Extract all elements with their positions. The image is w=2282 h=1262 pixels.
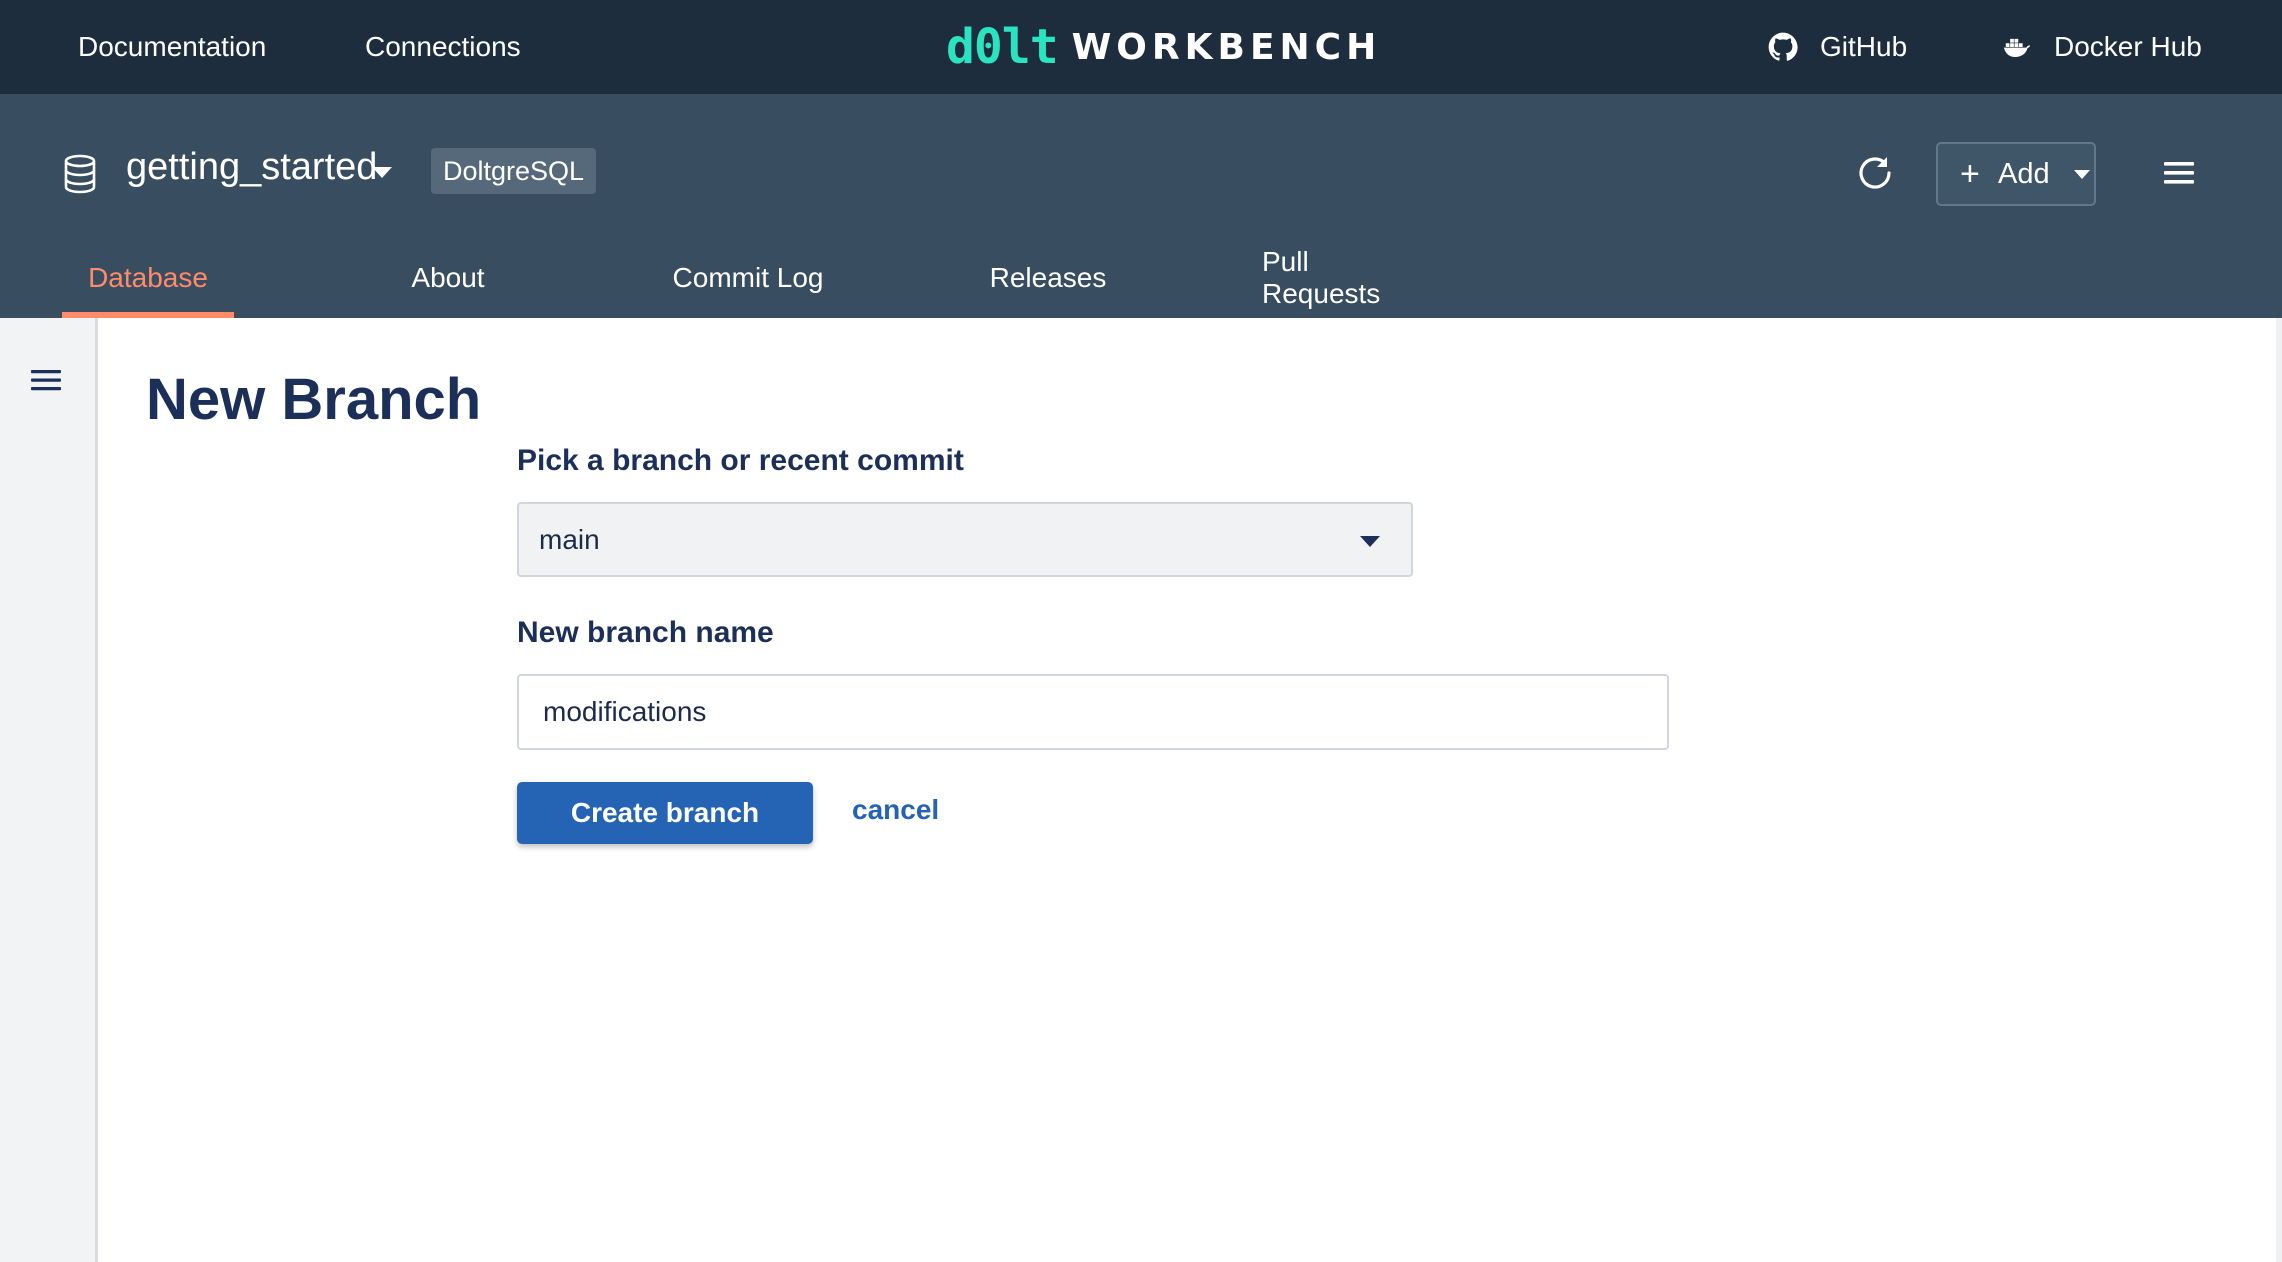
database-name[interactable]: getting_started (126, 146, 377, 189)
add-button[interactable]: + Add (1936, 142, 2096, 206)
add-button-label: Add (1998, 157, 2050, 190)
documentation-link[interactable]: Documentation (78, 0, 266, 94)
github-icon (1768, 32, 1798, 62)
docker-icon (2002, 32, 2032, 62)
refresh-icon[interactable] (1856, 154, 1894, 192)
side-navigation-rail (0, 318, 98, 1262)
sidebar-toggle-icon[interactable] (31, 368, 61, 392)
tab-pull-requests[interactable]: Pull Requests (1262, 238, 1434, 318)
top-navigation: Documentation Connections d0lt WORKBENCH… (0, 0, 2282, 94)
logo-dolt-text: d0lt (946, 19, 1059, 75)
docker-hub-label: Docker Hub (2054, 31, 2202, 62)
chevron-down-icon (2073, 170, 2090, 179)
scrollbar-track[interactable] (2276, 318, 2282, 1262)
hamburger-menu-icon[interactable] (2164, 160, 2194, 186)
pick-branch-label: Pick a branch or recent commit (517, 444, 964, 477)
dolt-workbench-logo[interactable]: d0lt WORKBENCH (946, 18, 1381, 76)
branch-select[interactable]: main (517, 502, 1413, 577)
github-label: GitHub (1820, 31, 1908, 62)
database-tabs: Database About Commit Log Releases Pull … (0, 238, 2282, 318)
chevron-down-icon (1360, 536, 1380, 547)
tab-commit-log[interactable]: Commit Log (666, 238, 830, 318)
new-branch-name-label: New branch name (517, 616, 774, 649)
github-link[interactable]: GitHub (1768, 0, 1907, 94)
database-dropdown-caret-icon[interactable] (370, 164, 394, 180)
connections-link[interactable]: Connections (365, 0, 521, 94)
tab-releases[interactable]: Releases (988, 238, 1108, 318)
database-type-badge: DoltgreSQL (431, 148, 596, 194)
docker-hub-link[interactable]: Docker Hub (2002, 0, 2202, 94)
logo-workbench-text: WORKBENCH (1071, 26, 1382, 68)
create-branch-button[interactable]: Create branch (517, 782, 813, 844)
database-icon (64, 154, 96, 194)
tab-database[interactable]: Database (62, 238, 234, 318)
branch-select-value: main (539, 523, 600, 555)
plus-icon: + (1960, 154, 1980, 193)
tab-about[interactable]: About (398, 238, 498, 318)
new-branch-name-input[interactable] (517, 674, 1669, 750)
page-title: New Branch (146, 367, 482, 432)
cancel-link[interactable]: cancel (852, 794, 939, 826)
